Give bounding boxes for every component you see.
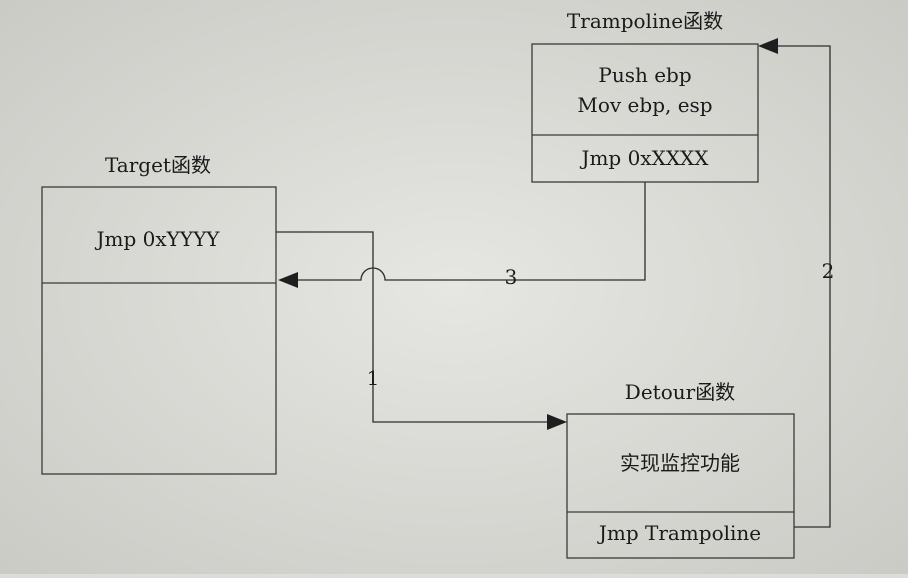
paper-background bbox=[0, 0, 908, 574]
diagram-svg: Trampoline函数 Push ebp Mov ebp, esp Jmp 0… bbox=[0, 0, 908, 574]
target-line-jmp: Jmp 0xYYYY bbox=[95, 227, 221, 251]
trampoline-line-jmp: Jmp 0xXXXX bbox=[579, 146, 709, 170]
edge-1-label: 1 bbox=[367, 366, 380, 390]
trampoline-title: Trampoline函数 bbox=[567, 9, 723, 33]
detour-line-jmp: Jmp Trampoline bbox=[597, 521, 761, 545]
detour-body: 实现监控功能 bbox=[620, 451, 740, 475]
edge-3-label: 3 bbox=[505, 265, 518, 289]
hook-flow-diagram: Trampoline函数 Push ebp Mov ebp, esp Jmp 0… bbox=[0, 0, 908, 574]
trampoline-line-mov: Mov ebp, esp bbox=[577, 93, 712, 117]
detour-title: Detour函数 bbox=[625, 380, 735, 404]
target-title: Target函数 bbox=[105, 153, 211, 177]
trampoline-line-push: Push ebp bbox=[598, 63, 691, 87]
edge-2-label: 2 bbox=[822, 259, 835, 283]
